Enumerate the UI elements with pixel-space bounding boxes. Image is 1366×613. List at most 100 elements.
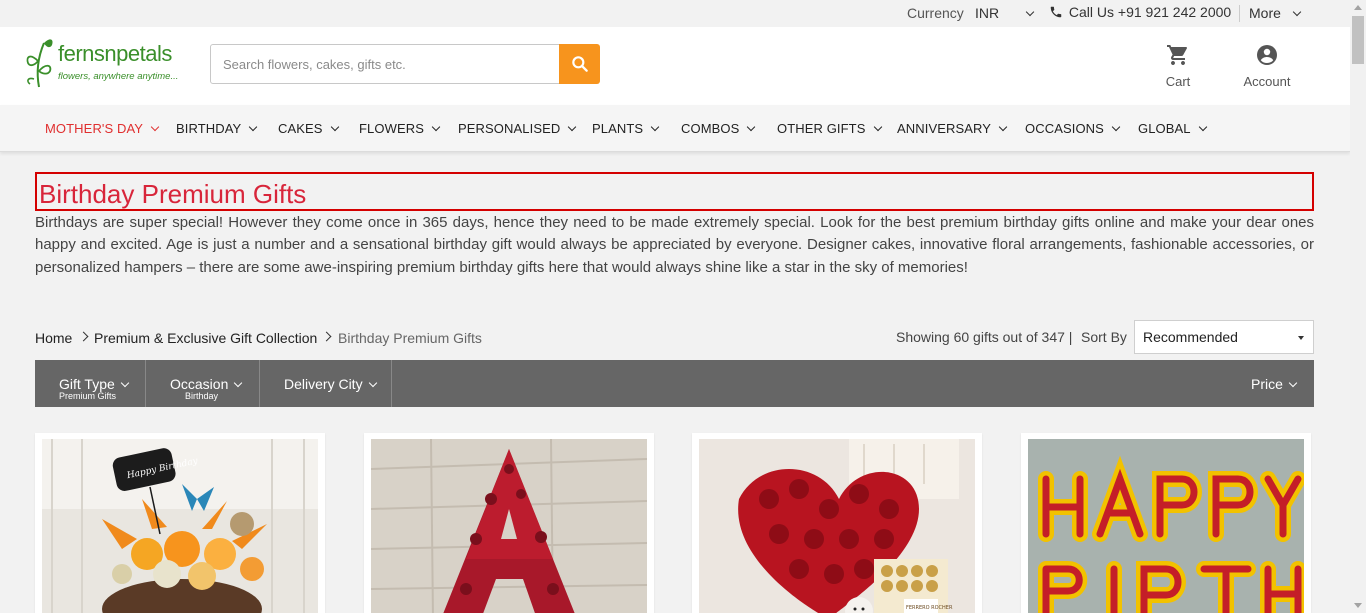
nav-item-mothers-day[interactable]: MOTHER'S DAY bbox=[45, 121, 160, 136]
nav-item-plants[interactable]: PLANTS bbox=[592, 121, 660, 136]
account-icon bbox=[1257, 45, 1277, 65]
nav-label: MOTHER'S DAY bbox=[45, 121, 144, 136]
sort-select[interactable]: Recommended bbox=[1134, 320, 1314, 354]
breadcrumb-premium-collection[interactable]: Premium & Exclusive Gift Collection bbox=[94, 330, 317, 346]
filter-label: Gift Type bbox=[59, 376, 130, 392]
chevron-down-icon bbox=[1025, 7, 1035, 17]
nav-item-global[interactable]: GLOBAL bbox=[1138, 121, 1207, 136]
cart-button[interactable]: Cart bbox=[1160, 43, 1196, 89]
nav-label: BIRTHDAY bbox=[176, 121, 242, 136]
leaf-logo-icon bbox=[26, 39, 53, 88]
chevron-down-icon bbox=[431, 122, 441, 132]
product-image: FERRERO ROCHER bbox=[699, 439, 975, 613]
nav-item-combos[interactable]: COMBOS bbox=[681, 121, 756, 136]
nav-label: OTHER GIFTS bbox=[777, 121, 866, 136]
chevron-down-icon bbox=[1198, 122, 1207, 132]
search-icon bbox=[571, 56, 588, 72]
results-count: Showing 60 gifts out of 347 | bbox=[896, 329, 1073, 345]
currency-select[interactable]: INR bbox=[975, 5, 1035, 21]
filter-gift-type[interactable]: Gift Type Premium Gifts bbox=[35, 360, 146, 407]
account-label: Account bbox=[1243, 74, 1291, 89]
chevron-down-icon bbox=[873, 122, 882, 132]
product-image bbox=[371, 439, 647, 613]
filter-delivery-city[interactable]: Delivery City bbox=[260, 360, 392, 407]
product-card[interactable]: FERRERO ROCHER bbox=[692, 433, 982, 613]
nav-label: PLANTS bbox=[592, 121, 644, 136]
filter-price[interactable]: Price bbox=[1230, 360, 1314, 407]
product-image bbox=[1028, 439, 1304, 613]
top-utility-bar: Currency INR Call Us +91 921 242 2000 Mo… bbox=[0, 0, 1350, 27]
more-label: More bbox=[1249, 5, 1281, 21]
filter-selected-value: Birthday bbox=[185, 391, 219, 401]
phone-link[interactable]: Call Us +91 921 242 2000 bbox=[1049, 4, 1231, 20]
search-input[interactable] bbox=[210, 44, 560, 84]
product-card[interactable] bbox=[364, 433, 654, 613]
filter-label-text: Delivery City bbox=[284, 376, 363, 392]
currency-value: INR bbox=[975, 5, 1000, 21]
chevron-down-icon bbox=[747, 122, 756, 132]
caret-down-icon bbox=[1298, 336, 1304, 340]
cart-label: Cart bbox=[1165, 74, 1191, 89]
nav-label: PERSONALISED bbox=[458, 121, 561, 136]
logo-tagline: flowers, anywhere anytime... bbox=[58, 71, 179, 82]
chevron-down-icon bbox=[650, 122, 660, 132]
chevron-right-icon bbox=[78, 331, 89, 342]
nav-item-cakes[interactable]: CAKES bbox=[278, 121, 339, 136]
scroll-down-icon[interactable] bbox=[1354, 603, 1362, 608]
nav-label: ANNIVERSARY bbox=[897, 121, 992, 136]
nav-label: COMBOS bbox=[681, 121, 740, 136]
account-button[interactable]: Account bbox=[1240, 43, 1294, 89]
main-navigation: MOTHER'S DAY BIRTHDAY CAKES FLOWERS PERS… bbox=[0, 105, 1350, 152]
nav-item-personalised[interactable]: PERSONALISED bbox=[458, 121, 577, 136]
page-title-box: Birthday Premium Gifts bbox=[35, 172, 1314, 211]
product-card[interactable] bbox=[1021, 433, 1311, 613]
more-menu[interactable]: More bbox=[1249, 5, 1302, 21]
nav-item-anniversary[interactable]: ANNIVERSARY bbox=[897, 121, 1008, 136]
search-button[interactable] bbox=[559, 44, 600, 84]
filter-label-text: Gift Type bbox=[59, 376, 115, 392]
page-title: Birthday Premium Gifts bbox=[39, 179, 307, 209]
nav-item-occasions[interactable]: OCCASIONS bbox=[1025, 121, 1121, 136]
page-scrollbar[interactable] bbox=[1350, 0, 1366, 613]
sort-value: Recommended bbox=[1143, 329, 1238, 345]
scroll-up-icon[interactable] bbox=[1354, 5, 1362, 10]
filter-label: Price bbox=[1251, 376, 1298, 392]
nav-item-flowers[interactable]: FLOWERS bbox=[359, 121, 441, 136]
chevron-down-icon bbox=[568, 122, 577, 132]
nav-label: FLOWERS bbox=[359, 121, 424, 136]
chevron-down-icon bbox=[1292, 7, 1302, 17]
page-description: Birthdays are super special! However the… bbox=[35, 214, 1314, 276]
chocolate-box-text: FERRERO ROCHER bbox=[906, 605, 953, 611]
nav-label: CAKES bbox=[278, 121, 323, 136]
filter-label-text: Occasion bbox=[170, 376, 229, 392]
nav-label: OCCASIONS bbox=[1025, 121, 1104, 136]
nav-item-birthday[interactable]: BIRTHDAY bbox=[176, 121, 258, 136]
breadcrumb-home[interactable]: Home bbox=[35, 330, 72, 346]
chevron-down-icon bbox=[330, 122, 339, 132]
product-image: Happy Birthday bbox=[42, 439, 318, 613]
cart-icon bbox=[1167, 45, 1187, 65]
sort-label: Sort By bbox=[1081, 329, 1127, 345]
logo-wordmark: fernsnpetals bbox=[58, 41, 172, 66]
scrollbar-thumb[interactable] bbox=[1352, 16, 1364, 64]
chevron-down-icon bbox=[998, 122, 1008, 132]
product-card[interactable]: Happy Birthday bbox=[35, 433, 325, 613]
brand-logo[interactable]: fernsnpetals flowers, anywhere anytime..… bbox=[22, 31, 192, 89]
nav-item-other-gifts[interactable]: OTHER GIFTS bbox=[777, 121, 882, 136]
chevron-down-icon bbox=[150, 122, 160, 132]
phone-icon bbox=[1050, 6, 1062, 18]
chevron-right-icon bbox=[321, 331, 332, 342]
chevron-down-icon bbox=[120, 378, 130, 388]
chevron-down-icon bbox=[234, 378, 243, 388]
filter-occasion[interactable]: Occasion Birthday bbox=[146, 360, 260, 407]
topbar-divider bbox=[1239, 5, 1240, 22]
filter-label: Delivery City bbox=[284, 376, 377, 392]
breadcrumb-current: Birthday Premium Gifts bbox=[338, 330, 482, 346]
chevron-down-icon bbox=[368, 378, 377, 388]
chevron-down-icon bbox=[1111, 122, 1121, 132]
filter-bar: Gift Type Premium Gifts Occasion Birthda… bbox=[35, 360, 1314, 407]
call-us-text: Call Us +91 921 242 2000 bbox=[1068, 4, 1232, 20]
filter-label-text: Price bbox=[1251, 376, 1283, 392]
chevron-down-icon bbox=[1288, 378, 1298, 388]
site-header: fernsnpetals flowers, anywhere anytime..… bbox=[0, 27, 1350, 105]
